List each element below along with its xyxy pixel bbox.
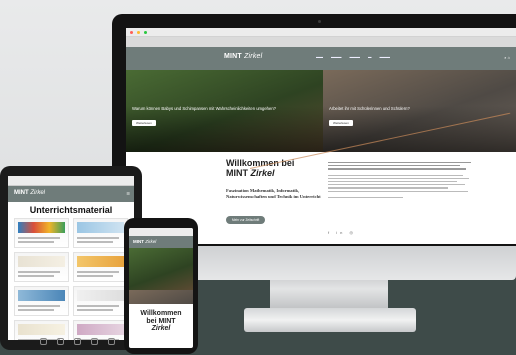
share-icon[interactable]	[74, 338, 81, 345]
phone-welcome-line1: Willkommen	[140, 310, 182, 317]
material-card[interactable]	[14, 286, 69, 316]
welcome-heading: Willkommen bei MINT Zirkel	[226, 158, 326, 179]
menu-item[interactable]: ▬▬	[316, 55, 323, 59]
hero-read-more-button[interactable]: Weiterlesen	[132, 120, 156, 127]
phone-welcome-line2: bei MINT	[146, 317, 176, 325]
site-logo[interactable]: MINT Zirkel	[224, 53, 262, 60]
hero-read-more-button[interactable]: Weiterlesen	[329, 120, 353, 127]
hero-title[interactable]: Arbeitet ihr mit Schülerinnen und Schüle…	[329, 106, 513, 111]
tablet-logo-italic: Zirkel	[30, 190, 46, 196]
tablet-menu-icon[interactable]: ☰	[126, 191, 130, 196]
phone-screen: MINT Zirkel Willkommen bei MINT Zirkel	[129, 228, 193, 348]
phone-hero-image[interactable]	[129, 248, 193, 290]
hero-title[interactable]: Warum können Babys und Schimpansen mit W…	[132, 106, 316, 111]
imac-stand-base	[244, 308, 416, 332]
logo-italic: Zirkel	[244, 53, 263, 60]
logo-main: MINT	[224, 53, 242, 60]
material-card[interactable]	[14, 320, 69, 340]
header-icons: ⌕ ⌂	[504, 55, 510, 60]
camera-icon	[318, 20, 321, 23]
maximize-icon[interactable]	[144, 30, 147, 34]
tablet-url-bar[interactable]	[8, 176, 134, 186]
material-grid	[8, 218, 134, 340]
forward-icon[interactable]	[57, 338, 64, 345]
tablet-page-title: Unterrichtsmaterial	[29, 205, 113, 215]
material-card[interactable]	[14, 218, 69, 248]
menu-item[interactable]: ▬▬▬	[350, 55, 361, 59]
tablet-logo-main: MINT	[14, 190, 29, 196]
cart-icon[interactable]: ⌂	[508, 55, 510, 60]
hero-card-students[interactable]: Arbeitet ihr mit Schülerinnen und Schüle…	[323, 70, 516, 152]
material-card[interactable]	[14, 252, 69, 282]
back-icon[interactable]	[40, 338, 47, 345]
tablet-screen: MINT Zirkel ☰ Unterrichtsmaterial	[8, 176, 134, 340]
material-card[interactable]	[73, 320, 128, 340]
phone-welcome-heading: Willkommen bei MINT Zirkel	[129, 310, 193, 333]
hero-text: Warum können Babys und Schimpansen mit W…	[132, 104, 316, 129]
social-icons[interactable]: f in ◎	[328, 230, 356, 235]
browser-toolbar	[126, 28, 516, 37]
main-menu: ▬▬ ▬▬▬ ▬▬▬ ▬ ▬▬▬	[316, 55, 390, 59]
phone-hero-image-2[interactable]	[129, 290, 193, 304]
hero-text: Arbeitet ihr mit Schülerinnen und Schüle…	[329, 104, 513, 129]
menu-item[interactable]: ▬▬▬	[331, 55, 342, 59]
material-card[interactable]	[73, 286, 128, 316]
material-card[interactable]	[73, 218, 128, 248]
welcome-subtitle: Faszination Mathematik, Informatik, Natu…	[226, 188, 321, 199]
phone-welcome-line3: Zirkel	[151, 325, 171, 333]
welcome-body-text	[328, 160, 478, 200]
tablet-logo[interactable]: MINT Zirkel	[14, 190, 45, 196]
imac-screen: MINT Zirkel ▬▬ ▬▬▬ ▬▬▬ ▬ ▬▬▬ ⌕ ⌂ Warum k…	[126, 28, 516, 244]
tablet-site-header: MINT Zirkel ☰	[8, 186, 134, 202]
welcome-line2-italic: Zirkel	[250, 168, 275, 179]
close-icon[interactable]	[130, 30, 133, 34]
bookmarks-icon[interactable]	[91, 338, 98, 345]
tablet-dock	[40, 338, 115, 345]
top-bar	[126, 37, 516, 47]
tabs-icon[interactable]	[108, 338, 115, 345]
site-header: MINT Zirkel ▬▬ ▬▬▬ ▬▬▬ ▬ ▬▬▬ ⌕ ⌂	[126, 47, 516, 70]
phone-logo-italic: Zirkel	[145, 239, 157, 244]
phone-site-header: MINT Zirkel	[129, 236, 193, 248]
material-card[interactable]	[73, 252, 128, 282]
hero-card-chimpanzee[interactable]: Warum können Babys und Schimpansen mit W…	[126, 70, 323, 152]
search-icon[interactable]: ⌕	[504, 55, 506, 60]
hero-slider: Warum können Babys und Schimpansen mit W…	[126, 70, 516, 152]
more-about-magazine-button[interactable]: Mehr zur Zeitschrift	[226, 216, 266, 224]
phone-logo[interactable]: MINT Zirkel	[133, 239, 156, 244]
menu-item[interactable]: ▬▬▬	[380, 55, 391, 59]
welcome-line2: MINT	[226, 168, 248, 179]
phone-logo-main: MINT	[133, 239, 144, 244]
menu-item[interactable]: ▬	[368, 55, 372, 59]
phone-url-bar[interactable]	[129, 228, 193, 236]
minimize-icon[interactable]	[137, 30, 140, 34]
